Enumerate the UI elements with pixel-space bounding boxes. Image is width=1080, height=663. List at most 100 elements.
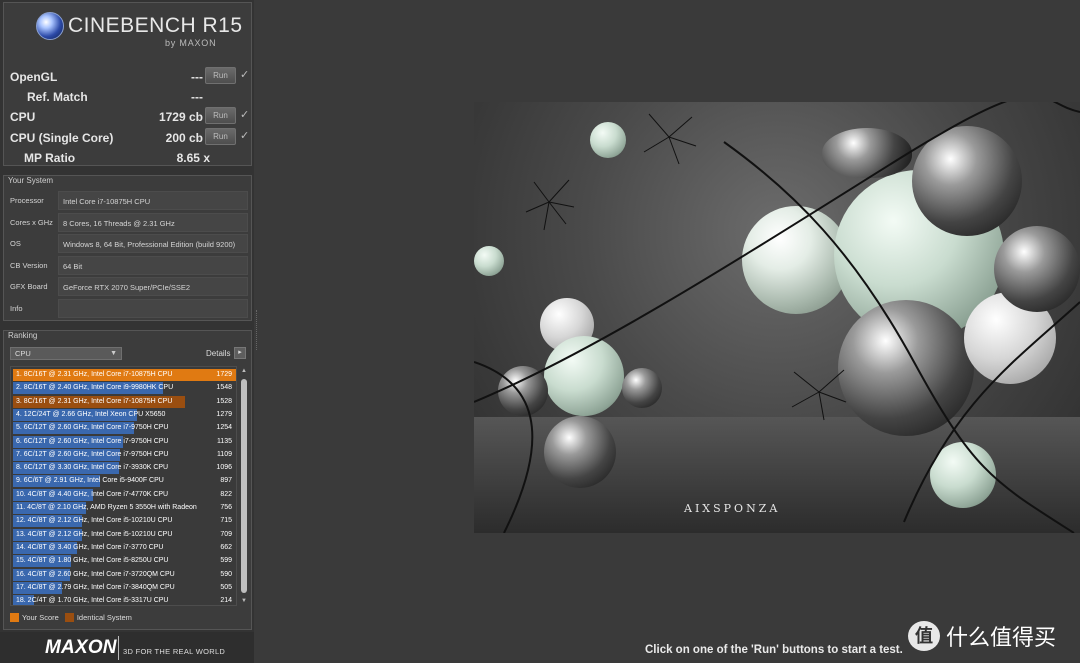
ranking-entry: 5. 6C/12T @ 2.60 GHz, Intel Core i7-9750… bbox=[16, 424, 169, 432]
result-row-cpu: CPU 1729 cb Run ✓ bbox=[4, 107, 253, 127]
ranking-entry: 13. 4C/8T @ 2.12 GHz, Intel Core i5-1021… bbox=[16, 530, 173, 538]
system-label: Processor bbox=[10, 196, 44, 205]
ranking-row[interactable]: 8. 6C/12T @ 3.30 GHz, Intel Core i7-3930… bbox=[13, 462, 236, 475]
ranking-list: 1. 8C/16T @ 2.31 GHz, Intel Core i7-1087… bbox=[10, 366, 237, 606]
scroll-thumb[interactable] bbox=[241, 379, 247, 593]
watermark-text: 什么值得买 bbox=[946, 626, 1057, 651]
result-label: OpenGL bbox=[10, 70, 58, 84]
system-value: Windows 8, 64 Bit, Professional Edition … bbox=[63, 240, 236, 249]
scroll-up-icon[interactable]: ▲ bbox=[240, 367, 248, 375]
ranking-entry: 7. 6C/12T @ 2.60 GHz, Intel Core i7-9750… bbox=[16, 450, 169, 458]
ranking-row[interactable]: 5. 6C/12T @ 2.60 GHz, Intel Core i7-9750… bbox=[13, 422, 236, 435]
system-row-gfx: GFX Board GeForce RTX 2070 Super/PCIe/SS… bbox=[6, 277, 249, 296]
your-score-swatch bbox=[10, 613, 19, 622]
system-label: GFX Board bbox=[10, 282, 48, 291]
app-subtitle: by MAXON bbox=[165, 38, 217, 48]
ranking-score: 1096 bbox=[216, 464, 232, 472]
ranking-row[interactable]: 12. 4C/8T @ 2.12 GHz, Intel Core i5-1021… bbox=[13, 515, 236, 528]
ranking-score: 709 bbox=[220, 530, 232, 538]
run-cpu-single-button[interactable]: Run bbox=[205, 128, 236, 145]
result-label: Ref. Match bbox=[27, 90, 88, 104]
ranking-row[interactable]: 18. 2C/4T @ 1.70 GHz, Intel Core i5-3317… bbox=[13, 595, 236, 605]
ranking-row[interactable]: 13. 4C/8T @ 2.12 GHz, Intel Core i5-1021… bbox=[13, 528, 236, 541]
system-row-processor: Processor Intel Core i7-10875H CPU bbox=[6, 191, 249, 210]
ranking-row[interactable]: 4. 12C/24T @ 2.66 GHz, Intel Xeon CPU X5… bbox=[13, 408, 236, 421]
system-field[interactable]: 8 Cores, 16 Threads @ 2.31 GHz bbox=[58, 213, 248, 232]
cinebench-logo: CINEBENCH R15 bbox=[36, 12, 243, 40]
result-row-ref-match: Ref. Match --- bbox=[4, 87, 253, 107]
panel-splitter[interactable] bbox=[256, 310, 258, 350]
system-row-info: Info bbox=[6, 299, 249, 318]
ranking-score: 662 bbox=[220, 543, 232, 551]
ranking-panel: Ranking CPU ▼ Details ▸ 1. 8C/16T @ 2.31… bbox=[3, 330, 252, 630]
ranking-row[interactable]: 3. 8C/16T @ 2.31 GHz, Intel Core i7-1087… bbox=[13, 395, 236, 408]
system-value: 8 Cores, 16 Threads @ 2.31 GHz bbox=[63, 219, 175, 228]
scroll-down-icon[interactable]: ▼ bbox=[240, 597, 248, 605]
ranking-row[interactable]: 17. 4C/8T @ 2.79 GHz, Intel Core i7-3840… bbox=[13, 581, 236, 594]
info-input[interactable] bbox=[58, 299, 248, 318]
result-value: 1729 cb bbox=[158, 110, 203, 124]
system-field[interactable]: Intel Core i7-10875H CPU bbox=[58, 191, 248, 210]
result-label: MP Ratio bbox=[24, 151, 76, 165]
result-value: 200 cb bbox=[165, 131, 203, 145]
run-cpu-button[interactable]: Run bbox=[205, 107, 236, 124]
ranking-entry: 18. 2C/4T @ 1.70 GHz, Intel Core i5-3317… bbox=[16, 597, 169, 605]
check-icon: ✓ bbox=[240, 69, 250, 81]
system-label: OS bbox=[10, 239, 21, 248]
legend-your-score: Your Score bbox=[22, 613, 59, 622]
details-label[interactable]: Details bbox=[206, 349, 230, 358]
check-icon: ✓ bbox=[240, 109, 250, 121]
system-row-cb-version: CB Version 64 Bit bbox=[6, 256, 249, 275]
ranking-type-select[interactable]: CPU ▼ bbox=[10, 347, 122, 360]
ranking-entry: 8. 6C/12T @ 3.30 GHz, Intel Core i7-3930… bbox=[16, 464, 169, 472]
ranking-entry: 17. 4C/8T @ 2.79 GHz, Intel Core i7-3840… bbox=[16, 583, 175, 591]
run-opengl-button[interactable]: Run bbox=[205, 67, 236, 84]
maxon-footer: MAXON 3D FOR THE REAL WORLD bbox=[0, 632, 254, 663]
render-wires bbox=[474, 102, 1080, 533]
ranking-entry: 3. 8C/16T @ 2.31 GHz, Intel Core i7-1087… bbox=[16, 397, 173, 405]
ranking-scrollbar[interactable]: ▲ ▼ bbox=[240, 367, 248, 605]
ranking-score: 599 bbox=[220, 557, 232, 565]
ranking-score: 1109 bbox=[216, 450, 232, 458]
ranking-row[interactable]: 15. 4C/8T @ 1.80 GHz, Intel Core i5-8250… bbox=[13, 555, 236, 568]
footer-divider bbox=[118, 636, 119, 660]
cinebench-sphere-icon bbox=[36, 12, 64, 40]
ranking-legend: Your Score Identical System bbox=[10, 613, 138, 622]
ranking-entry: 15. 4C/8T @ 1.80 GHz, Intel Core i5-8250… bbox=[16, 557, 169, 565]
result-label: CPU (Single Core) bbox=[10, 131, 114, 145]
smzdm-logo-icon: 值 bbox=[908, 621, 940, 651]
ranking-score: 1254 bbox=[216, 424, 232, 432]
details-toggle-button[interactable]: ▸ bbox=[234, 347, 246, 359]
system-label: Info bbox=[10, 304, 23, 313]
ranking-score: 822 bbox=[220, 490, 232, 498]
system-field[interactable]: GeForce RTX 2070 Super/PCIe/SSE2 bbox=[58, 277, 248, 296]
footer-tagline: 3D FOR THE REAL WORLD bbox=[123, 647, 226, 656]
ranking-row[interactable]: 2. 8C/16T @ 2.40 GHz, Intel Core i9-9980… bbox=[13, 382, 236, 395]
ranking-row[interactable]: 10. 4C/8T @ 4.40 GHz, Intel Core i7-4770… bbox=[13, 488, 236, 501]
chevron-down-icon: ▼ bbox=[110, 350, 117, 357]
ranking-entry: 9. 6C/6T @ 2.91 GHz, Intel Core i5-9400F… bbox=[16, 477, 164, 485]
section-title: Ranking bbox=[8, 331, 38, 340]
app-title: CINEBENCH R15 bbox=[68, 14, 243, 37]
render-credit: AIXSPONZA bbox=[684, 502, 781, 515]
identical-system-swatch bbox=[64, 613, 74, 622]
left-panel: CINEBENCH R15 by MAXON OpenGL --- Run ✓ … bbox=[0, 0, 254, 663]
ranking-row[interactable]: 9. 6C/6T @ 2.91 GHz, Intel Core i5-9400F… bbox=[13, 475, 236, 488]
ranking-score: 505 bbox=[220, 583, 232, 591]
ranking-score: 1729 bbox=[216, 371, 232, 378]
ranking-row[interactable]: 16. 4C/8T @ 2.60 GHz, Intel Core i7-3720… bbox=[13, 568, 236, 581]
ranking-row[interactable]: 1. 8C/16T @ 2.31 GHz, Intel Core i7-1087… bbox=[13, 369, 236, 381]
ranking-score: 756 bbox=[220, 504, 232, 511]
system-field[interactable]: 64 Bit bbox=[58, 256, 248, 275]
ranking-row[interactable]: 7. 6C/12T @ 2.60 GHz, Intel Core i7-9750… bbox=[13, 448, 236, 461]
result-row-opengl: OpenGL --- Run ✓ bbox=[4, 67, 253, 87]
results-panel: CINEBENCH R15 by MAXON OpenGL --- Run ✓ … bbox=[3, 2, 252, 166]
system-row-os: OS Windows 8, 64 Bit, Professional Editi… bbox=[6, 234, 249, 253]
ranking-row[interactable]: 11. 4C/8T @ 2.10 GHz, AMD Ryzen 5 3550H … bbox=[13, 502, 236, 514]
system-field[interactable]: Windows 8, 64 Bit, Professional Edition … bbox=[58, 234, 248, 253]
ranking-row[interactable]: 14. 4C/8T @ 3.40 GHz, Intel Core i7-3770… bbox=[13, 541, 236, 554]
ranking-row[interactable]: 6. 6C/12T @ 2.60 GHz, Intel Core i7-9750… bbox=[13, 435, 236, 448]
system-label: CB Version bbox=[10, 261, 48, 270]
ranking-score: 715 bbox=[220, 517, 232, 525]
ranking-score: 1135 bbox=[216, 437, 232, 445]
